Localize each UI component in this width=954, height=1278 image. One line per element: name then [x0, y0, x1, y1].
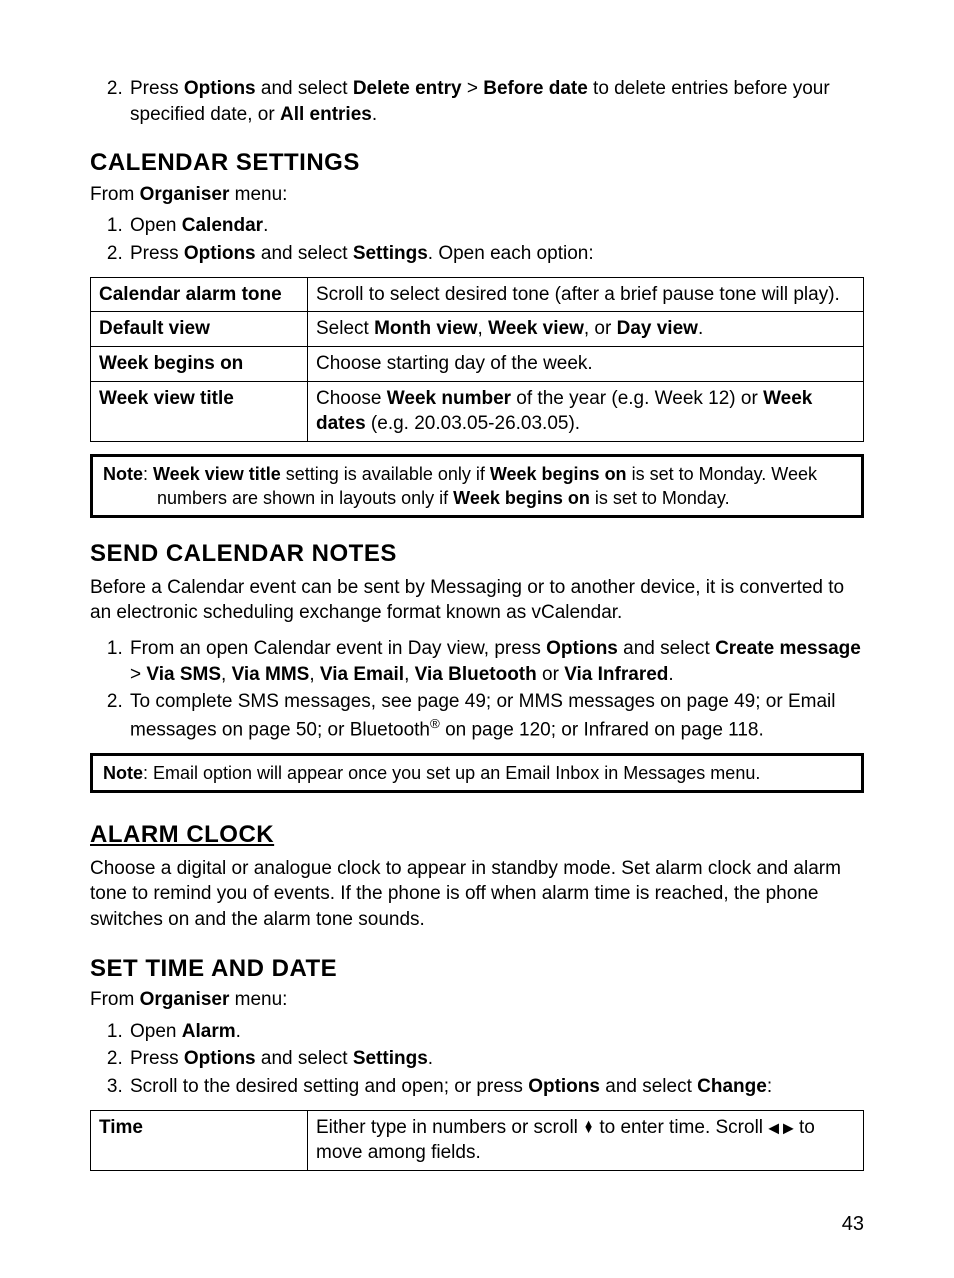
cell-value: Scroll to select desired tone (after a b…	[308, 277, 864, 312]
cell-value: Choose Week number of the year (e.g. Wee…	[308, 381, 864, 441]
calset-table: Calendar alarm tone Scroll to select des…	[90, 277, 864, 442]
left-right-icon: ◀ ▶	[768, 1119, 793, 1135]
calset-note: Note: Week view title setting is availab…	[90, 454, 864, 519]
cell-label: Week begins on	[91, 346, 308, 381]
send-step-2: To complete SMS messages, see page 49; o…	[128, 689, 864, 743]
cell-value: Choose starting day of the week.	[308, 346, 864, 381]
delete-steps: Press Options and select Delete entry > …	[90, 76, 864, 127]
heading-alarm-clock: ALARM CLOCK	[90, 819, 864, 851]
alarm-body: Choose a digital or analogue clock to ap…	[90, 856, 864, 933]
calset-steps: Open Calendar. Press Options and select …	[90, 213, 864, 266]
settime-table: Time Either type in numbers or scroll ▲▼…	[90, 1110, 864, 1171]
settime-steps: Open Alarm. Press Options and select Set…	[90, 1019, 864, 1100]
registered-icon: ®	[430, 716, 440, 731]
page-number: 43	[90, 1211, 864, 1238]
heading-set-time: SET TIME AND DATE	[90, 953, 864, 985]
send-body: Before a Calendar event can be sent by M…	[90, 575, 864, 626]
table-row: Week view title Choose Week number of th…	[91, 381, 864, 441]
heading-calendar-settings: CALENDAR SETTINGS	[90, 147, 864, 179]
table-row: Time Either type in numbers or scroll ▲▼…	[91, 1110, 864, 1170]
cell-label: Time	[91, 1110, 308, 1170]
calset-step-1: Open Calendar.	[128, 213, 864, 239]
settime-step-2: Press Options and select Settings.	[128, 1046, 864, 1072]
delete-step-2: Press Options and select Delete entry > …	[128, 76, 864, 127]
calset-step-2: Press Options and select Settings. Open …	[128, 241, 864, 267]
table-row: Week begins on Choose starting day of th…	[91, 346, 864, 381]
settime-step-3: Scroll to the desired setting and open; …	[128, 1074, 864, 1100]
table-row: Default view Select Month view, Week vie…	[91, 312, 864, 347]
settime-step-1: Open Alarm.	[128, 1019, 864, 1045]
cell-label: Calendar alarm tone	[91, 277, 308, 312]
send-step-1: From an open Calendar event in Day view,…	[128, 636, 864, 687]
cell-label: Week view title	[91, 381, 308, 441]
table-row: Calendar alarm tone Scroll to select des…	[91, 277, 864, 312]
settime-intro: From Organiser menu:	[90, 987, 864, 1013]
heading-send-notes: SEND CALENDAR NOTES	[90, 538, 864, 570]
cell-label: Default view	[91, 312, 308, 347]
calset-intro: From Organiser menu:	[90, 182, 864, 208]
cell-value: Select Month view, Week view, or Day vie…	[308, 312, 864, 347]
cell-value: Either type in numbers or scroll ▲▼ to e…	[308, 1110, 864, 1170]
send-note: Note: Email option will appear once you …	[90, 753, 864, 793]
up-down-icon: ▲▼	[583, 1122, 594, 1133]
send-steps: From an open Calendar event in Day view,…	[90, 636, 864, 743]
